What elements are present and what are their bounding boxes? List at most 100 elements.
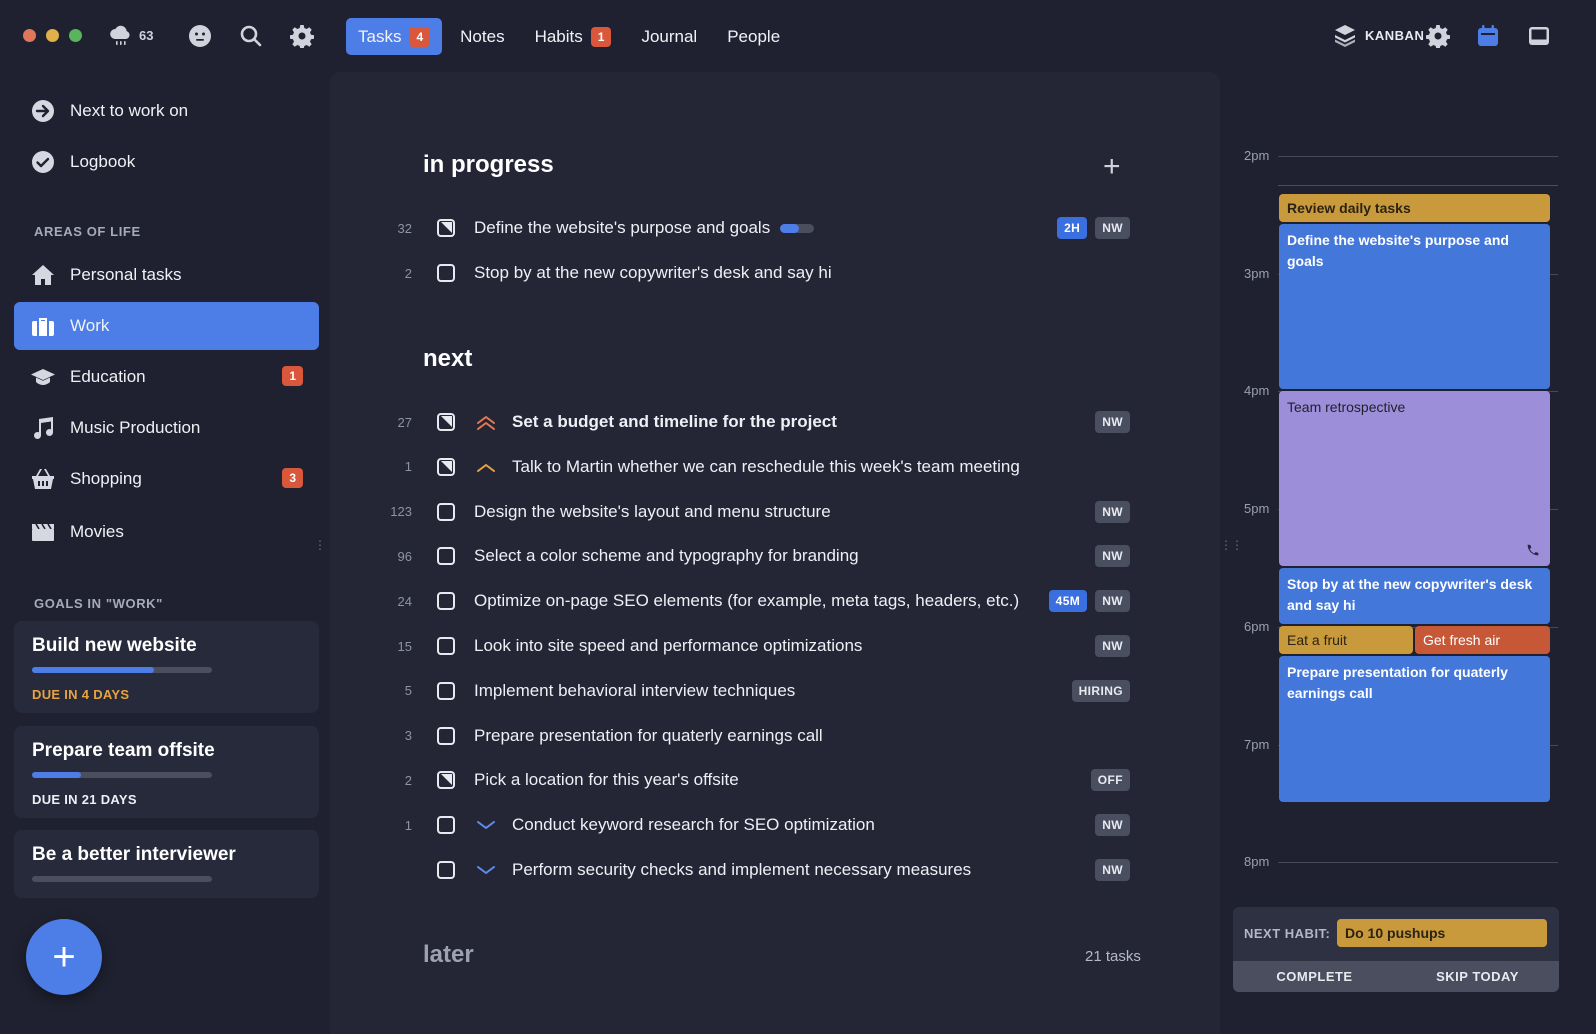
sidebar-item-logbook[interactable]: Logbook [14, 138, 319, 186]
tab-label: Journal [641, 26, 698, 46]
hour-label: 2pm [1244, 148, 1270, 163]
task-tag[interactable]: NW [1095, 217, 1130, 239]
calendar-event[interactable]: Stop by at the new copywriter's desk and… [1279, 568, 1550, 624]
calendar-icon[interactable] [1474, 22, 1502, 50]
task-tag[interactable]: 2H [1057, 217, 1088, 239]
task-checkbox[interactable] [437, 413, 455, 431]
clapperboard-icon [30, 519, 56, 545]
goal-card-build-new-website[interactable]: Build new website DUE IN 4 DAYS [14, 621, 319, 713]
add-task-button[interactable]: + [26, 919, 102, 995]
graduation-cap-icon [30, 364, 56, 390]
task-row[interactable]: 32 Define the website's purpose and goals… [380, 208, 1130, 248]
task-tag[interactable]: NW [1095, 545, 1130, 568]
sidebar-item-music-production[interactable]: Music Production [14, 404, 319, 452]
task-row[interactable]: 2 Pick a location for this year's offsite… [380, 760, 1130, 800]
sidebar-item-personal-tasks[interactable]: Personal tasks [14, 251, 319, 299]
sidebar-item-education[interactable]: Education 1 [14, 353, 319, 401]
task-checkbox[interactable] [437, 861, 455, 879]
goal-title: Be a better interviewer [32, 844, 236, 865]
weather-temperature: 63 [139, 28, 154, 43]
sidebar-item-work[interactable]: Work [14, 302, 319, 350]
tab-label: Tasks [358, 26, 402, 46]
tab-tasks[interactable]: Tasks 4 [346, 18, 443, 55]
task-checkbox[interactable] [437, 726, 455, 745]
task-checkbox[interactable] [437, 592, 455, 611]
task-checkbox[interactable] [437, 681, 455, 700]
task-row[interactable]: 5 Implement behavioral interview techniqu… [380, 671, 1130, 711]
task-row[interactable]: 3 Prepare presentation for quaterly earni… [380, 716, 1130, 756]
tab-notes[interactable]: Notes [448, 18, 516, 55]
task-row[interactable]: 1 Conduct keyword research for SEO optimi… [380, 805, 1130, 845]
task-label: Prepare presentation for quaterly earnin… [474, 725, 823, 745]
task-checkbox[interactable] [437, 502, 455, 521]
minimize-window-button[interactable] [46, 29, 59, 42]
goal-card-be-a-better-interviewer[interactable]: Be a better interviewer [14, 830, 319, 898]
calendar-event[interactable]: Get fresh air [1415, 626, 1550, 654]
sidebar-item-shopping[interactable]: Shopping 3 [14, 455, 319, 503]
settings-gear-icon[interactable] [288, 22, 316, 50]
task-row[interactable]: 15 Look into site speed and performance o… [380, 626, 1130, 666]
task-tag[interactable]: NW [1095, 635, 1130, 657]
calendar-event[interactable]: Review daily tasks [1279, 194, 1550, 222]
weather-icon[interactable] [106, 22, 134, 50]
calendar-event[interactable]: Team retrospective [1279, 391, 1550, 566]
close-window-button[interactable] [23, 29, 36, 42]
task-row[interactable]: Perform security checks and implement ne… [380, 850, 1130, 890]
search-icon[interactable] [237, 22, 265, 50]
next-habit-widget: NEXT HABIT: Do 10 pushups COMPLETE SKIP … [1233, 907, 1559, 992]
next-habit-name[interactable]: Do 10 pushups [1337, 919, 1547, 947]
hour-gridline [1278, 156, 1558, 157]
tab-people[interactable]: People [715, 18, 792, 55]
task-checkbox[interactable] [437, 771, 455, 790]
task-row[interactable]: 123 Design the website's layout and menu … [380, 492, 1130, 532]
task-tag[interactable]: NW [1095, 411, 1130, 433]
main-nav-tabs: Tasks 4 Notes Habits 1 Journal People [346, 18, 798, 55]
sidebar-item-next-to-work-on[interactable]: Next to work on [14, 87, 319, 135]
skip-habit-button[interactable]: SKIP TODAY [1396, 961, 1559, 992]
add-section-task-button[interactable]: + [1103, 150, 1121, 184]
task-row[interactable]: 1 Talk to Martin whether we can reschedul… [380, 447, 1130, 487]
task-tag[interactable]: NW [1095, 590, 1130, 613]
complete-habit-button[interactable]: COMPLETE [1233, 961, 1396, 992]
section-title-later[interactable]: later [423, 941, 474, 969]
task-row[interactable]: 96 Select a color scheme and typography f… [380, 536, 1130, 576]
tab-label: Notes [460, 26, 505, 46]
task-checkbox[interactable] [437, 219, 455, 237]
tab-habits[interactable]: Habits 1 [523, 18, 624, 55]
task-checkbox[interactable] [437, 816, 455, 835]
task-row[interactable]: 27 Set a budget and timeline for the proj… [380, 402, 1130, 442]
sidebar-item-label: Personal tasks [70, 265, 182, 284]
calendar-event[interactable]: Eat a fruit [1279, 626, 1413, 654]
task-checkbox[interactable] [437, 457, 455, 476]
task-tag[interactable]: HIRING [1071, 679, 1130, 702]
task-row[interactable]: 24 Optimize on-page SEO elements (for exa… [380, 581, 1130, 621]
sidebar-item-movies[interactable]: Movies [14, 508, 319, 556]
phone-icon [1527, 544, 1539, 556]
zoom-window-button[interactable] [69, 29, 82, 42]
sidebar-item-label: Music Production [70, 418, 201, 437]
task-tag[interactable]: NW [1095, 814, 1130, 837]
task-tag[interactable]: NW [1095, 859, 1130, 881]
view-mode-toggle[interactable]: KANBAN [1333, 23, 1424, 47]
task-tag[interactable]: 45M [1048, 590, 1088, 613]
task-label: Conduct keyword research for SEO optimiz… [512, 815, 875, 835]
panel-toggle-icon[interactable] [1525, 22, 1553, 50]
hour-label: 6pm [1244, 618, 1270, 634]
task-tags: 45M NW [1048, 590, 1130, 613]
task-checkbox[interactable] [437, 637, 455, 655]
goal-card-prepare-team-offsite[interactable]: Prepare team offsite DUE IN 21 DAYS [14, 726, 319, 818]
goal-progress-bar [32, 772, 212, 778]
task-checkbox[interactable] [437, 547, 455, 566]
task-tag[interactable]: OFF [1090, 769, 1130, 792]
hour-label: 5pm [1244, 501, 1270, 517]
mood-icon[interactable] [186, 22, 214, 50]
task-checkbox[interactable] [437, 264, 455, 282]
calendar-event[interactable]: Prepare presentation for quaterly earnin… [1279, 656, 1550, 802]
calendar-event[interactable]: Define the website's purpose and goals [1279, 224, 1550, 389]
preferences-gear-icon[interactable] [1424, 22, 1452, 50]
task-row[interactable]: 2 Stop by at the new copywriter's desk an… [380, 253, 1130, 293]
task-count: 96 [397, 548, 412, 564]
tab-journal[interactable]: Journal [629, 18, 709, 55]
task-tag[interactable]: NW [1095, 500, 1130, 523]
event-title: Stop by at the new copywriter's desk and… [1287, 576, 1533, 613]
